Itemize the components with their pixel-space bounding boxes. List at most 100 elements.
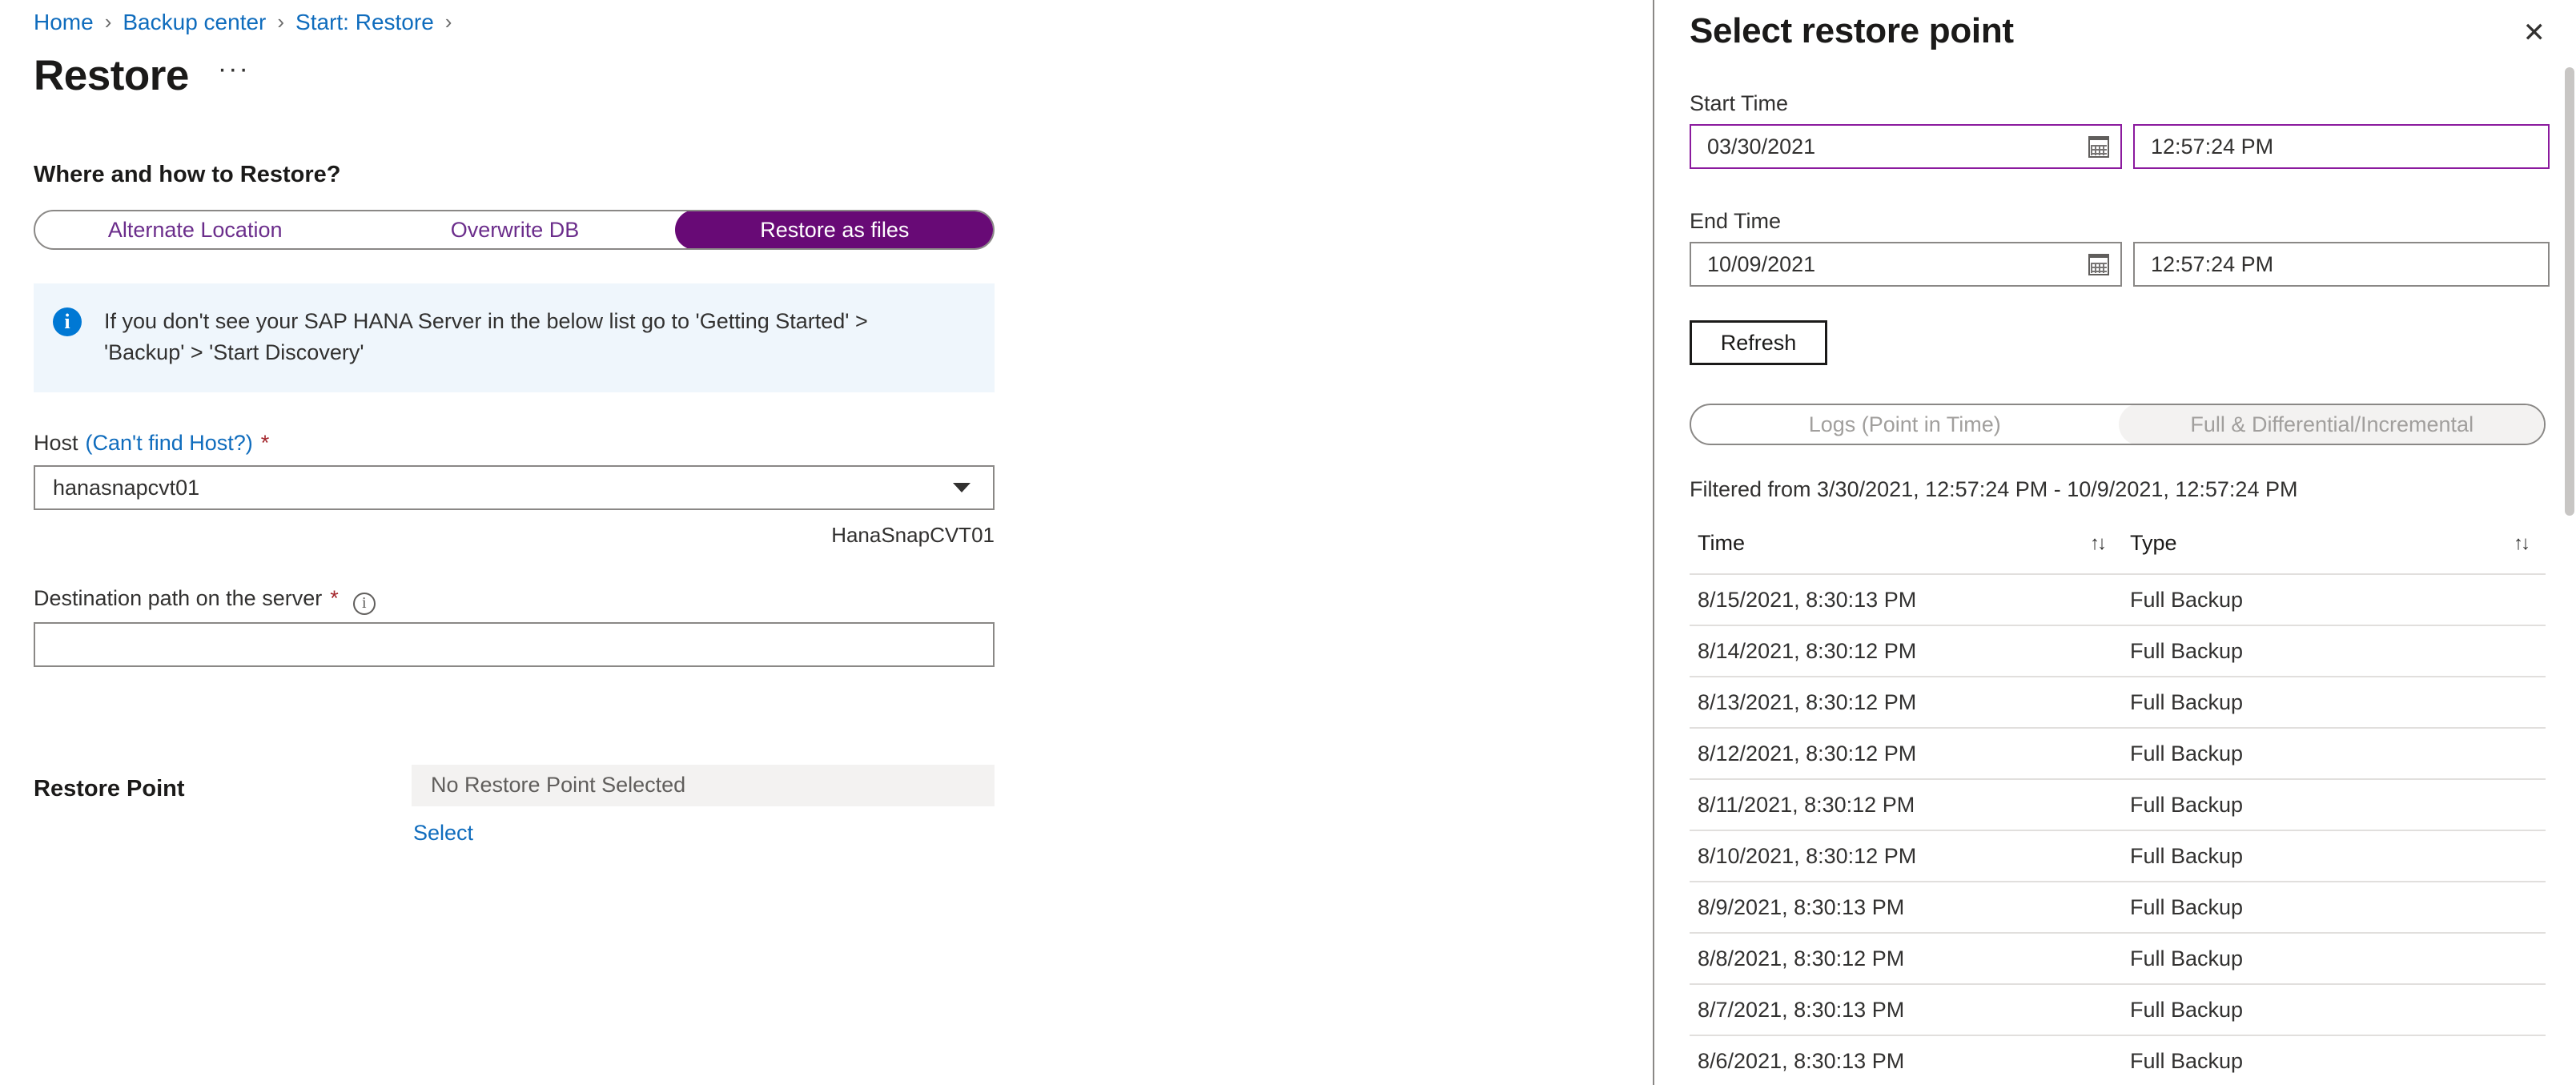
cell-time: 8/10/2021, 8:30:12 PM <box>1698 843 1917 868</box>
column-header-type-label: Type <box>2130 531 2177 555</box>
table-row[interactable]: 8/14/2021, 8:30:12 PM Full Backup <box>1690 626 2546 677</box>
tab-overwrite-db[interactable]: Overwrite DB <box>355 211 674 248</box>
end-time-row: 10/09/2021 12:57:24 PM <box>1690 242 2550 287</box>
cell-time: 8/15/2021, 8:30:13 PM <box>1698 587 1917 612</box>
cell-type: Full Backup <box>2130 587 2244 612</box>
section-heading-where-how: Where and how to Restore? <box>34 162 341 187</box>
destination-path-label: Destination path on the server * i <box>34 586 1653 615</box>
host-select[interactable]: hanasnapcvt01 <box>34 465 995 511</box>
cell-type: Full Backup <box>2130 894 2244 919</box>
column-header-type: Type ↑↓ <box>2122 531 2546 556</box>
page-title: Restore <box>34 51 189 99</box>
breadcrumb-separator-icon: › <box>444 10 452 34</box>
cell-time: 8/9/2021, 8:30:13 PM <box>1698 894 1905 919</box>
restore-mode-tabs: Alternate Location Overwrite DB Restore … <box>34 210 995 250</box>
breadcrumb-item-backup-center[interactable]: Backup center <box>123 9 266 36</box>
panel-title: Select restore point <box>1690 11 2014 50</box>
table-header-row: Time ↑↓ Type ↑↓ <box>1690 531 2546 575</box>
panel-body: Start Time 03/30/2021 12:57:24 PM End Ti… <box>1654 91 2576 1085</box>
tab-logs-point-in-time[interactable]: Logs (Point in Time) <box>1691 405 2119 444</box>
start-date-value: 03/30/2021 <box>1707 134 1816 159</box>
select-restore-point-panel: Select restore point ✕ Start Time 03/30/… <box>1653 0 2576 1085</box>
close-icon[interactable]: ✕ <box>2523 19 2546 46</box>
form-area: Where and how to Restore? Alternate Loca… <box>0 162 1653 846</box>
destination-required-indicator: * <box>330 586 339 611</box>
restore-points-table: Time ↑↓ Type ↑↓ 8/15/2021, 8:30:13 PM Fu… <box>1690 531 2546 1085</box>
cell-type: Full Backup <box>2130 689 2244 714</box>
cell-type: Full Backup <box>2130 638 2244 663</box>
restore-page: Home › Backup center › Start: Restore › … <box>0 0 2576 1085</box>
tab-full-differential-incremental[interactable]: Full & Differential/Incremental <box>2118 405 2544 444</box>
sort-arrows-icon[interactable]: ↑↓ <box>2090 532 2107 555</box>
table-row[interactable]: 8/13/2021, 8:30:12 PM Full Backup <box>1690 677 2546 729</box>
table-row[interactable]: 8/6/2021, 8:30:13 PM Full Backup <box>1690 1036 2546 1085</box>
table-row[interactable]: 8/11/2021, 8:30:12 PM Full Backup <box>1690 780 2546 831</box>
column-header-time-label: Time <box>1698 531 1745 555</box>
calendar-icon[interactable] <box>2088 135 2109 158</box>
cell-time: 8/7/2021, 8:30:13 PM <box>1698 997 1905 1022</box>
table-row[interactable]: 8/9/2021, 8:30:13 PM Full Backup <box>1690 882 2546 934</box>
filtered-range-text: Filtered from 3/30/2021, 12:57:24 PM - 1… <box>1690 477 2298 501</box>
table-row[interactable]: 8/15/2021, 8:30:13 PM Full Backup <box>1690 575 2546 626</box>
breadcrumb-separator-icon: › <box>104 10 112 34</box>
cell-type: Full Backup <box>2130 997 2244 1022</box>
restore-point-select-link[interactable]: Select <box>412 821 995 846</box>
restore-point-value-group: No Restore Point Selected Select <box>412 764 995 846</box>
restore-point-value: No Restore Point Selected <box>412 764 995 806</box>
host-sub-note: HanaSnapCVT01 <box>831 523 995 548</box>
calendar-icon[interactable] <box>2088 253 2109 275</box>
info-banner: i If you don't see your SAP HANA Server … <box>34 283 995 393</box>
info-banner-text: If you don't see your SAP HANA Server in… <box>104 309 868 365</box>
host-select-value: hanasnapcvt01 <box>53 475 200 500</box>
cell-time: 8/14/2021, 8:30:12 PM <box>1698 638 1917 663</box>
end-date-input[interactable]: 10/09/2021 <box>1690 242 2122 287</box>
breadcrumb-item-home[interactable]: Home <box>34 9 94 36</box>
refresh-button[interactable]: Refresh <box>1690 320 1827 365</box>
restore-point-type-tabs: Logs (Point in Time) Full & Differential… <box>1690 404 2546 445</box>
panel-scrollbar[interactable] <box>2565 67 2574 516</box>
chevron-down-icon[interactable] <box>953 483 971 493</box>
cell-time: 8/11/2021, 8:30:12 PM <box>1698 792 1915 817</box>
start-time-row: 03/30/2021 12:57:24 PM <box>1690 124 2550 169</box>
cant-find-host-link[interactable]: (Can't find Host?) <box>86 431 253 456</box>
end-date-value: 10/09/2021 <box>1707 251 1816 276</box>
host-label-text: Host <box>34 431 78 456</box>
table-row[interactable]: 8/7/2021, 8:30:13 PM Full Backup <box>1690 985 2546 1036</box>
restore-point-label: Restore Point <box>34 775 185 802</box>
page-title-row: Restore ··· <box>0 37 1653 99</box>
cell-time: 8/8/2021, 8:30:12 PM <box>1698 946 1905 970</box>
breadcrumb: Home › Backup center › Start: Restore › <box>0 0 1653 37</box>
table-row[interactable]: 8/8/2021, 8:30:12 PM Full Backup <box>1690 934 2546 985</box>
cell-time: 8/13/2021, 8:30:12 PM <box>1698 689 1917 714</box>
cell-type: Full Backup <box>2130 741 2244 766</box>
tab-restore-as-files[interactable]: Restore as files <box>674 211 993 248</box>
destination-path-input[interactable] <box>34 621 995 667</box>
cell-type: Full Backup <box>2130 1048 2244 1073</box>
end-time-input[interactable]: 12:57:24 PM <box>2133 242 2550 287</box>
cell-time: 8/12/2021, 8:30:12 PM <box>1698 741 1917 766</box>
breadcrumb-separator-icon: › <box>277 10 285 34</box>
tab-alternate-location[interactable]: Alternate Location <box>35 211 355 248</box>
start-time-label: Start Time <box>1690 91 1789 115</box>
table-row[interactable]: 8/10/2021, 8:30:12 PM Full Backup <box>1690 831 2546 882</box>
breadcrumb-item-start-restore[interactable]: Start: Restore <box>295 9 434 36</box>
start-time-value: 12:57:24 PM <box>2151 134 2274 159</box>
restore-form-pane: Home › Backup center › Start: Restore › … <box>0 0 1653 1085</box>
info-icon: i <box>53 307 82 336</box>
destination-path-label-text: Destination path on the server <box>34 586 323 611</box>
start-date-input[interactable]: 03/30/2021 <box>1690 124 2122 169</box>
host-label: Host (Can't find Host?) * <box>34 431 1653 456</box>
end-time-value: 12:57:24 PM <box>2151 251 2274 276</box>
cell-type: Full Backup <box>2130 843 2244 868</box>
table-row[interactable]: 8/12/2021, 8:30:12 PM Full Backup <box>1690 729 2546 780</box>
cell-type: Full Backup <box>2130 946 2244 970</box>
info-circle-icon[interactable]: i <box>352 592 376 615</box>
host-required-indicator: * <box>260 431 270 456</box>
column-header-time: Time ↑↓ <box>1690 531 2122 556</box>
start-time-input[interactable]: 12:57:24 PM <box>2133 124 2550 169</box>
panel-header: Select restore point ✕ <box>1654 0 2576 51</box>
more-options-icon[interactable]: ··· <box>218 54 250 98</box>
restore-point-row: Restore Point No Restore Point Selected … <box>34 764 1653 846</box>
sort-arrows-icon[interactable]: ↑↓ <box>2514 532 2530 555</box>
cell-type: Full Backup <box>2130 792 2244 817</box>
